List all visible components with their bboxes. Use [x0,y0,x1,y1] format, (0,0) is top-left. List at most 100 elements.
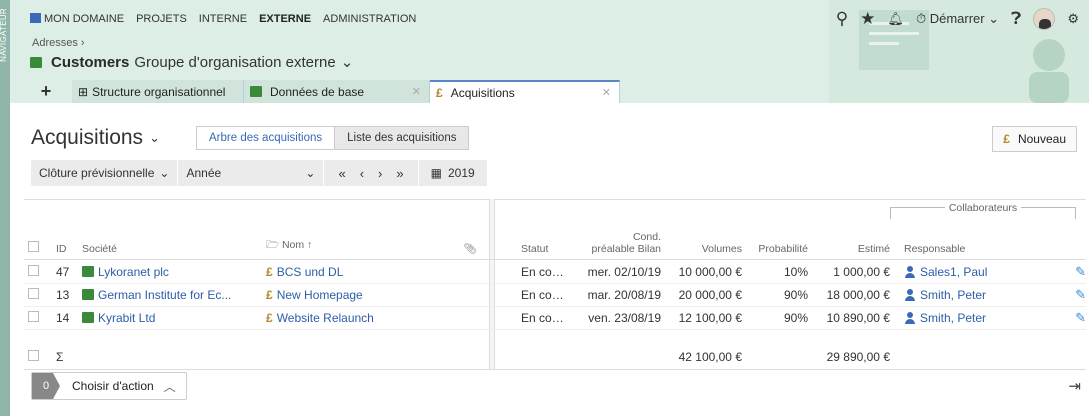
header-status[interactable]: Statut [511,243,566,255]
tab-acquisition-tree[interactable]: Arbre des acquisitions [197,127,336,149]
nav-internal[interactable]: INTERNE [199,13,247,25]
row-estimated: 10 890,00 € [826,311,890,325]
row-company[interactable]: Kyrabit Ltd [82,311,250,325]
header-company[interactable]: Société [82,243,250,255]
header-volumes[interactable]: Volumes [661,243,742,255]
folder-icon: 🗁︎ [266,239,282,251]
new-button[interactable]: £ Nouveau [992,126,1077,152]
nav-administration[interactable]: ADMINISTRATION [323,13,416,25]
help-icon[interactable]: ❓︎ [1011,9,1021,29]
row-id: 47 [56,265,70,279]
organization-icon [30,56,42,68]
select-all-checkbox[interactable] [24,241,52,255]
edit-icon[interactable]: ✎ [1040,310,1086,326]
action-label: Choisir d'action [72,379,154,393]
close-icon[interactable]: ✕ [602,86,611,99]
export-icon[interactable]: ⇥ [1068,377,1081,395]
header-responsible[interactable]: Responsable [890,243,1040,255]
table-row[interactable]: 13 German Institute for Ec... £ New Homep… [24,284,1086,307]
chevron-down-icon: ⌄ [149,130,160,145]
header-probability[interactable]: Probabilité [742,243,808,255]
tab-org-structure[interactable]: ⊞ Structure organisationnel [72,80,244,103]
nav-external[interactable]: EXTERNE [259,13,311,25]
acquisition-icon: £ [436,85,443,100]
row-name[interactable]: £ BCS und DL [250,265,450,279]
search-icon[interactable]: ⚲ [836,9,848,29]
row-responsible[interactable]: Sales1, Paul [890,265,1040,279]
collaborators-label: Collaborateurs [944,202,1022,214]
acquisition-icon: £ [1003,132,1010,146]
close-icon[interactable]: ✕ [412,85,421,98]
acquisition-icon: £ [266,311,273,325]
row-estimated: 18 000,00 € [826,288,890,302]
row-estimated: 1 000,00 € [833,265,890,279]
gear-icon[interactable]: ⚙ [1067,11,1079,27]
organization-icon [82,312,94,323]
domain-icon [30,13,41,23]
table-row[interactable]: 47 Lykoranet plc £ BCS und DL En cours me… [24,261,1086,284]
star-icon[interactable]: ★ [860,9,875,29]
header-condition[interactable]: Cond. préalable Bilan [566,231,661,255]
row-company[interactable]: German Institute for Ec... [82,288,250,302]
row-name[interactable]: £ New Homepage [250,288,450,302]
edit-icon[interactable]: ✎ [1040,264,1086,280]
tab-acquisition-list[interactable]: Liste des acquisitions [335,127,469,149]
avatar[interactable] [1033,8,1056,30]
user-icon [904,266,916,278]
row-checkbox[interactable] [24,265,52,279]
tab-master-data[interactable]: Données de base ✕ [244,80,430,103]
page-title[interactable]: Customers Groupe d'organisation externe … [30,53,353,71]
view-toggle: Arbre des acquisitions Liste des acquisi… [196,126,470,150]
row-responsible[interactable]: Smith, Peter [890,311,1040,325]
row-responsible-label: Sales1, Paul [920,265,988,279]
row-checkbox[interactable] [24,288,52,302]
start-button[interactable]: ⏱︎ Démarrer ⌄ [916,11,999,27]
row-checkbox[interactable] [24,311,52,325]
navigator-strip[interactable]: NAVIGATEUR [0,0,10,416]
period-select-label: Année [186,166,222,180]
chevron-left-icon[interactable]: ‹ [360,166,364,181]
year-value: 2019 [447,166,475,180]
user-icon [904,312,916,324]
table-header: ID Société 🗁︎ Nom ↑ 📎︎ Statut Cond. préal… [24,230,1086,260]
action-selector[interactable]: 0 Choisir d'action ︿ [31,372,187,400]
breadcrumb[interactable]: Adresses › [32,37,85,49]
row-name[interactable]: £ Website Relaunch [250,311,450,325]
chevron-down-icon: ⌄ [305,166,316,180]
app-header: MON DOMAINE PROJETS INTERNE EXTERNE ADMI… [10,0,1089,103]
new-button-label: Nouveau [1017,132,1066,146]
closing-filter[interactable]: Clôture prévisionnelle ⌄ [31,160,179,186]
header-name[interactable]: 🗁︎ Nom ↑ [250,237,450,255]
row-id: 13 [56,288,70,302]
header-id[interactable]: ID [52,243,82,255]
row-responsible[interactable]: Smith, Peter [890,288,1040,302]
tab-acquisitions[interactable]: £ Acquisitions ✕ [430,80,620,103]
sum-checkbox[interactable] [24,350,52,364]
year-picker[interactable]: ▦ 2019 [419,160,488,186]
bell-icon[interactable]: 🔔︎ [887,11,904,27]
user-icon [904,289,916,301]
tab-label: Données de base [270,84,365,99]
closing-filter-label: Clôture prévisionnelle [39,166,155,180]
add-tab-button[interactable]: + [20,80,72,103]
acquisitions-title[interactable]: Acquisitions ⌄ [31,126,160,150]
acquisitions-table: Collaborateurs ID Société 🗁︎ Nom ↑ 📎︎ St… [24,199,1086,386]
nav-my-domain[interactable]: MON DOMAINE [30,13,124,25]
nav-projects[interactable]: PROJETS [136,13,187,25]
acquisitions-title-text: Acquisitions [31,126,144,149]
row-company[interactable]: Lykoranet plc [82,265,250,279]
row-status: En cours [521,288,566,302]
row-status: En cours [521,265,566,279]
header-estimated[interactable]: Estimé [808,243,890,255]
paperclip-icon[interactable]: 📎︎ [450,242,490,255]
organization-icon [250,86,262,97]
top-right-toolbar: ⚲ ★ 🔔︎ ⏱︎ Démarrer ⌄ ❓︎ ⚙ [836,8,1079,30]
table-row[interactable]: 14 Kyrabit Ltd £ Website Relaunch En cour… [24,307,1086,330]
double-chevron-right-icon[interactable]: » [396,166,403,181]
double-chevron-left-icon[interactable]: « [338,166,345,181]
row-company-label: Kyrabit Ltd [98,311,156,325]
chevron-right-icon[interactable]: › [378,166,382,181]
edit-icon[interactable]: ✎ [1040,287,1086,303]
period-select[interactable]: Année ⌄ [178,160,325,186]
row-date: ven. 23/08/19 [588,312,661,324]
